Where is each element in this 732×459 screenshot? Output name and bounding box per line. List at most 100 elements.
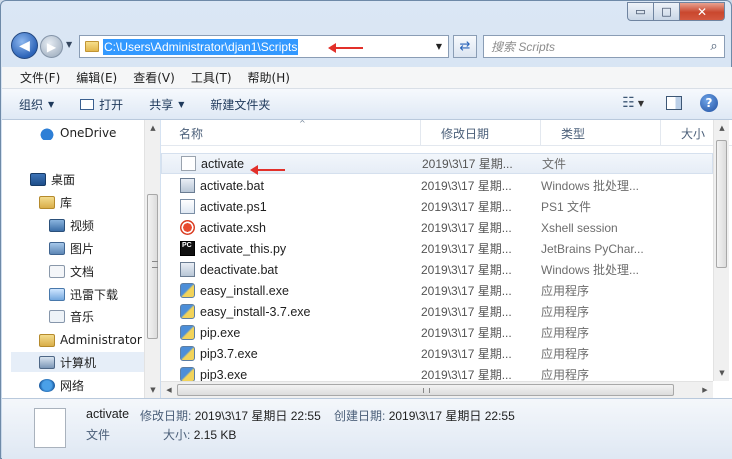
menu-tools[interactable]: 工具(T) <box>183 69 240 86</box>
file-type: JetBrains PyChar... <box>541 241 644 256</box>
organize-label: 组织 <box>19 97 44 112</box>
back-button[interactable]: ◀ <box>11 32 38 59</box>
scroll-up-arrow-icon[interactable]: ▲ <box>714 120 730 136</box>
file-row[interactable]: deactivate.bat 2019\3\17 星期... Windows 批… <box>161 259 713 280</box>
column-header-type[interactable]: 类型 <box>541 120 661 146</box>
search-input[interactable]: 搜索 Scripts <box>484 38 704 55</box>
column-header-row: ^ 名称 修改日期 类型 大小 <box>161 119 732 146</box>
tree-item-network[interactable]: 网络 <box>39 375 84 395</box>
help-icon[interactable]: ? <box>700 94 718 112</box>
file-type: 应用程序 <box>541 284 590 298</box>
tree-item-computer[interactable]: 计算机 <box>11 352 144 372</box>
pictures-icon <box>49 241 65 255</box>
file-name: activate_this.py <box>200 241 287 256</box>
search-icon[interactable]: ⌕ <box>704 39 724 54</box>
navigation-pane: OneDrive 桌面 库 视频 图片 文档 迅雷下载 音乐 Administr… <box>2 120 160 398</box>
column-header-size[interactable]: 大小 <box>661 120 715 146</box>
file-row[interactable]: pip.exe 2019\3\17 星期... 应用程序 <box>161 322 713 343</box>
tree-item-desktop[interactable]: 桌面 <box>30 169 75 189</box>
view-options-icon[interactable]: ☷ <box>622 95 635 111</box>
view-controls: ☷ ▼ ? <box>622 94 718 112</box>
scroll-right-arrow-icon[interactable]: ▶ <box>697 382 713 398</box>
window-controls: ▭ □ ✕ <box>627 2 725 21</box>
tree-item-videos[interactable]: 视频 <box>49 215 94 235</box>
file-row[interactable]: easy_install-3.7.exe 2019\3\17 星期... 应用程… <box>161 301 713 322</box>
preview-pane-icon[interactable] <box>666 96 682 110</box>
view-dropdown-icon[interactable]: ▼ <box>638 99 644 108</box>
new-folder-button[interactable]: 新建文件夹 <box>210 96 270 113</box>
organize-button[interactable]: 组织 ▼ <box>19 96 54 113</box>
user-folder-icon <box>39 333 55 347</box>
file-row-activate[interactable]: activate 2019\3\17 星期... 文件 <box>161 153 713 174</box>
file-date: 2019\3\17 星期... <box>421 347 512 361</box>
file-type: Windows 批处理... <box>541 179 640 193</box>
open-button[interactable]: 打开 <box>80 96 123 113</box>
horizontal-scrollbar-thumb[interactable] <box>177 384 674 396</box>
file-date: 2019\3\17 星期... <box>421 305 512 319</box>
address-bar[interactable]: C:\Users\Administrator\djan1\Scripts ▼ <box>79 35 449 58</box>
file-type: Xshell session <box>541 220 618 235</box>
scrollbar-thumb[interactable] <box>716 140 727 268</box>
tree-item-label: Administrator <box>60 333 142 347</box>
file-row[interactable]: activate.ps1 2019\3\17 星期... PS1 文件 <box>161 196 713 217</box>
tree-item-label: OneDrive <box>60 126 117 140</box>
library-icon <box>39 195 55 209</box>
file-date: 2019\3\17 星期... <box>422 157 513 171</box>
scroll-down-arrow-icon[interactable]: ▼ <box>145 382 161 398</box>
tree-item-administrator[interactable]: Administrator <box>39 330 142 350</box>
maximize-button[interactable]: □ <box>654 2 680 21</box>
file-name: pip.exe <box>200 325 241 340</box>
tree-item-documents[interactable]: 文档 <box>49 261 94 281</box>
minimize-button[interactable]: ▭ <box>627 2 654 21</box>
modified-value: 2019\3\17 星期日 22:55 <box>194 409 321 423</box>
file-row[interactable]: activate.xsh 2019\3\17 星期... Xshell sess… <box>161 217 713 238</box>
close-button[interactable]: ✕ <box>680 2 725 21</box>
address-dropdown-icon[interactable]: ▼ <box>432 36 446 57</box>
navigation-bar: ◀ ▶ ▼ C:\Users\Administrator\djan1\Scrip… <box>9 31 727 61</box>
tree-item-pictures[interactable]: 图片 <box>49 238 94 258</box>
network-icon <box>39 378 55 392</box>
file-list-horizontal-scrollbar[interactable]: ◀ ▶ <box>161 381 713 398</box>
video-icon <box>49 218 65 232</box>
file-row[interactable]: PC activate_this.py 2019\3\17 星期... JetBr… <box>161 238 713 259</box>
scroll-left-arrow-icon[interactable]: ◀ <box>161 382 177 398</box>
scroll-down-arrow-icon[interactable]: ▼ <box>714 365 730 381</box>
tree-item-music[interactable]: 音乐 <box>49 306 94 326</box>
nav-pane-scrollbar[interactable]: ▲ ▼ <box>144 120 160 398</box>
menu-view[interactable]: 查看(V) <box>125 69 183 86</box>
tree-item-label: 音乐 <box>70 309 95 324</box>
scroll-grip-icon <box>152 261 158 268</box>
file-name: activate.xsh <box>200 220 267 235</box>
file-row[interactable]: pip3.7.exe 2019\3\17 星期... 应用程序 <box>161 343 713 364</box>
file-date: 2019\3\17 星期... <box>421 263 512 277</box>
file-row[interactable]: easy_install.exe 2019\3\17 星期... 应用程序 <box>161 280 713 301</box>
recent-pages-dropdown[interactable]: ▼ <box>66 40 72 49</box>
file-type: 应用程序 <box>541 305 590 319</box>
column-header-name[interactable]: ^ 名称 <box>161 119 421 146</box>
details-modified: 修改日期: 2019\3\17 星期日 22:55 <box>140 407 321 424</box>
file-row[interactable]: activate.bat 2019\3\17 星期... Windows 批处理… <box>161 175 713 196</box>
refresh-icon: ⇄ <box>459 39 471 54</box>
menu-help[interactable]: 帮助(H) <box>240 69 298 86</box>
tree-item-onedrive[interactable]: OneDrive <box>39 123 116 143</box>
scrollbar-thumb[interactable] <box>147 194 158 339</box>
address-path[interactable]: C:\Users\Administrator\djan1\Scripts <box>103 38 299 55</box>
music-icon <box>49 309 65 323</box>
computer-icon <box>39 355 55 369</box>
column-header-date[interactable]: 修改日期 <box>421 120 541 146</box>
menu-edit[interactable]: 编辑(E) <box>68 69 125 86</box>
menu-file[interactable]: 文件(F) <box>12 69 68 86</box>
tree-item-xunlei-download[interactable]: 迅雷下载 <box>49 284 118 304</box>
scroll-up-arrow-icon[interactable]: ▲ <box>145 120 161 136</box>
refresh-button[interactable]: ⇄ <box>453 35 477 58</box>
share-button[interactable]: 共享 ▼ <box>149 96 184 113</box>
forward-button[interactable]: ▶ <box>40 35 63 58</box>
file-list-scrollbar[interactable]: ▲ ▼ <box>713 120 729 381</box>
file-name: activate <box>201 156 245 171</box>
size-label: 大小: <box>163 428 191 442</box>
tree-item-library[interactable]: 库 <box>39 192 72 212</box>
search-box[interactable]: 搜索 Scripts ⌕ <box>483 35 725 58</box>
file-name: easy_install.exe <box>200 283 289 298</box>
details-size: 大小: 2.15 KB <box>163 426 236 443</box>
created-label: 创建日期: <box>334 409 386 423</box>
